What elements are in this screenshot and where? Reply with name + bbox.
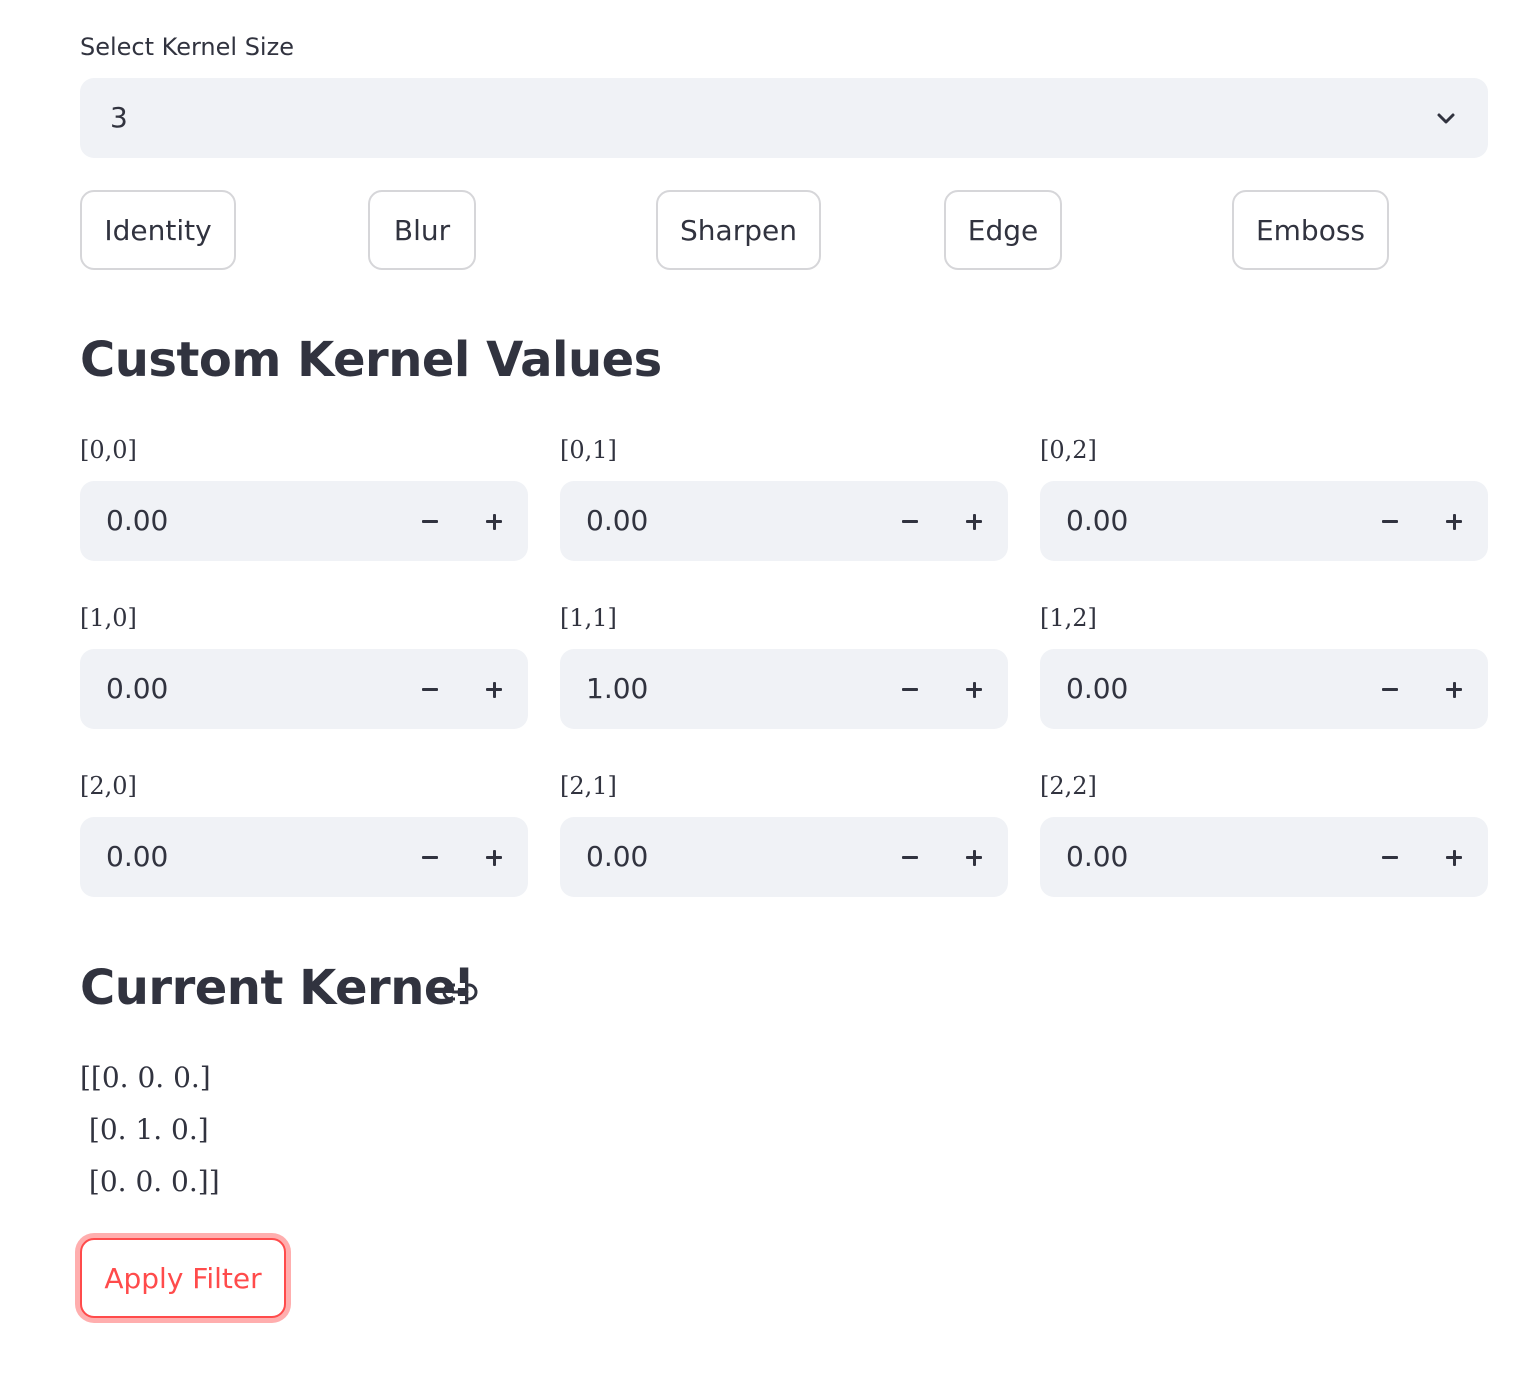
kernel-matrix-row-0: [[0. 0. 0.] [80, 1061, 211, 1094]
kernel-size-selected-value: 3 [110, 101, 128, 134]
current-kernel-heading: Current Kernel [80, 960, 472, 1016]
cell-label-1-2: [1,2] [1040, 604, 1097, 632]
kernel-cell-value[interactable]: 0.00 [106, 843, 168, 871]
cell-label-0-2: [0,2] [1040, 436, 1097, 464]
kernel-cell-value[interactable]: 0.00 [1066, 843, 1128, 871]
cell-label-0-1: [0,1] [560, 436, 617, 464]
edge-preset-button[interactable]: Edge [944, 190, 1062, 270]
kernel-cell-value[interactable]: 0.00 [106, 507, 168, 535]
decrement-button[interactable] [1370, 501, 1410, 541]
increment-button[interactable] [474, 669, 514, 709]
kernel-matrix-row-1: [0. 1. 0.] [80, 1113, 209, 1146]
increment-button[interactable] [954, 501, 994, 541]
decrement-button[interactable] [890, 501, 930, 541]
kernel-size-label: Select Kernel Size [80, 33, 294, 61]
decrement-button[interactable] [890, 669, 930, 709]
chevron-down-icon [1437, 113, 1455, 124]
kernel-cell-input-1-2[interactable]: 0.00 [1040, 649, 1488, 729]
cell-label-2-2: [2,2] [1040, 772, 1097, 800]
decrement-button[interactable] [410, 669, 450, 709]
increment-button[interactable] [1434, 837, 1474, 877]
kernel-cell-input-0-2[interactable]: 0.00 [1040, 481, 1488, 561]
increment-button[interactable] [474, 837, 514, 877]
kernel-cell-input-0-1[interactable]: 0.00 [560, 481, 1008, 561]
decrement-button[interactable] [410, 501, 450, 541]
kernel-cell-value[interactable]: 0.00 [1066, 675, 1128, 703]
decrement-button[interactable] [410, 837, 450, 877]
kernel-cell-value[interactable]: 0.00 [106, 675, 168, 703]
increment-button[interactable] [954, 837, 994, 877]
kernel-cell-input-2-2[interactable]: 0.00 [1040, 817, 1488, 897]
kernel-cell-input-2-1[interactable]: 0.00 [560, 817, 1008, 897]
kernel-cell-input-0-0[interactable]: 0.00 [80, 481, 528, 561]
decrement-button[interactable] [890, 837, 930, 877]
link-icon[interactable] [442, 980, 478, 1004]
kernel-matrix-row-2: [0. 0. 0.]] [80, 1165, 220, 1198]
kernel-cell-value[interactable]: 1.00 [586, 675, 648, 703]
cell-label-2-0: [2,0] [80, 772, 137, 800]
cell-label-2-1: [2,1] [560, 772, 617, 800]
decrement-button[interactable] [1370, 837, 1410, 877]
sharpen-preset-button[interactable]: Sharpen [656, 190, 821, 270]
kernel-cell-input-2-0[interactable]: 0.00 [80, 817, 528, 897]
cell-label-1-1: [1,1] [560, 604, 617, 632]
blur-preset-button[interactable]: Blur [368, 190, 476, 270]
kernel-cell-input-1-0[interactable]: 0.00 [80, 649, 528, 729]
increment-button[interactable] [1434, 669, 1474, 709]
kernel-cell-value[interactable]: 0.00 [586, 507, 648, 535]
increment-button[interactable] [1434, 501, 1474, 541]
cell-label-0-0: [0,0] [80, 436, 137, 464]
custom-kernel-heading: Custom Kernel Values [80, 332, 662, 388]
kernel-size-select[interactable]: 3 [80, 78, 1488, 158]
kernel-cell-value[interactable]: 0.00 [1066, 507, 1128, 535]
increment-button[interactable] [954, 669, 994, 709]
apply-filter-button[interactable]: Apply Filter [80, 1238, 286, 1318]
emboss-preset-button[interactable]: Emboss [1232, 190, 1389, 270]
kernel-cell-input-1-1[interactable]: 1.00 [560, 649, 1008, 729]
decrement-button[interactable] [1370, 669, 1410, 709]
identity-preset-button[interactable]: Identity [80, 190, 236, 270]
kernel-cell-value[interactable]: 0.00 [586, 843, 648, 871]
increment-button[interactable] [474, 501, 514, 541]
cell-label-1-0: [1,0] [80, 604, 137, 632]
